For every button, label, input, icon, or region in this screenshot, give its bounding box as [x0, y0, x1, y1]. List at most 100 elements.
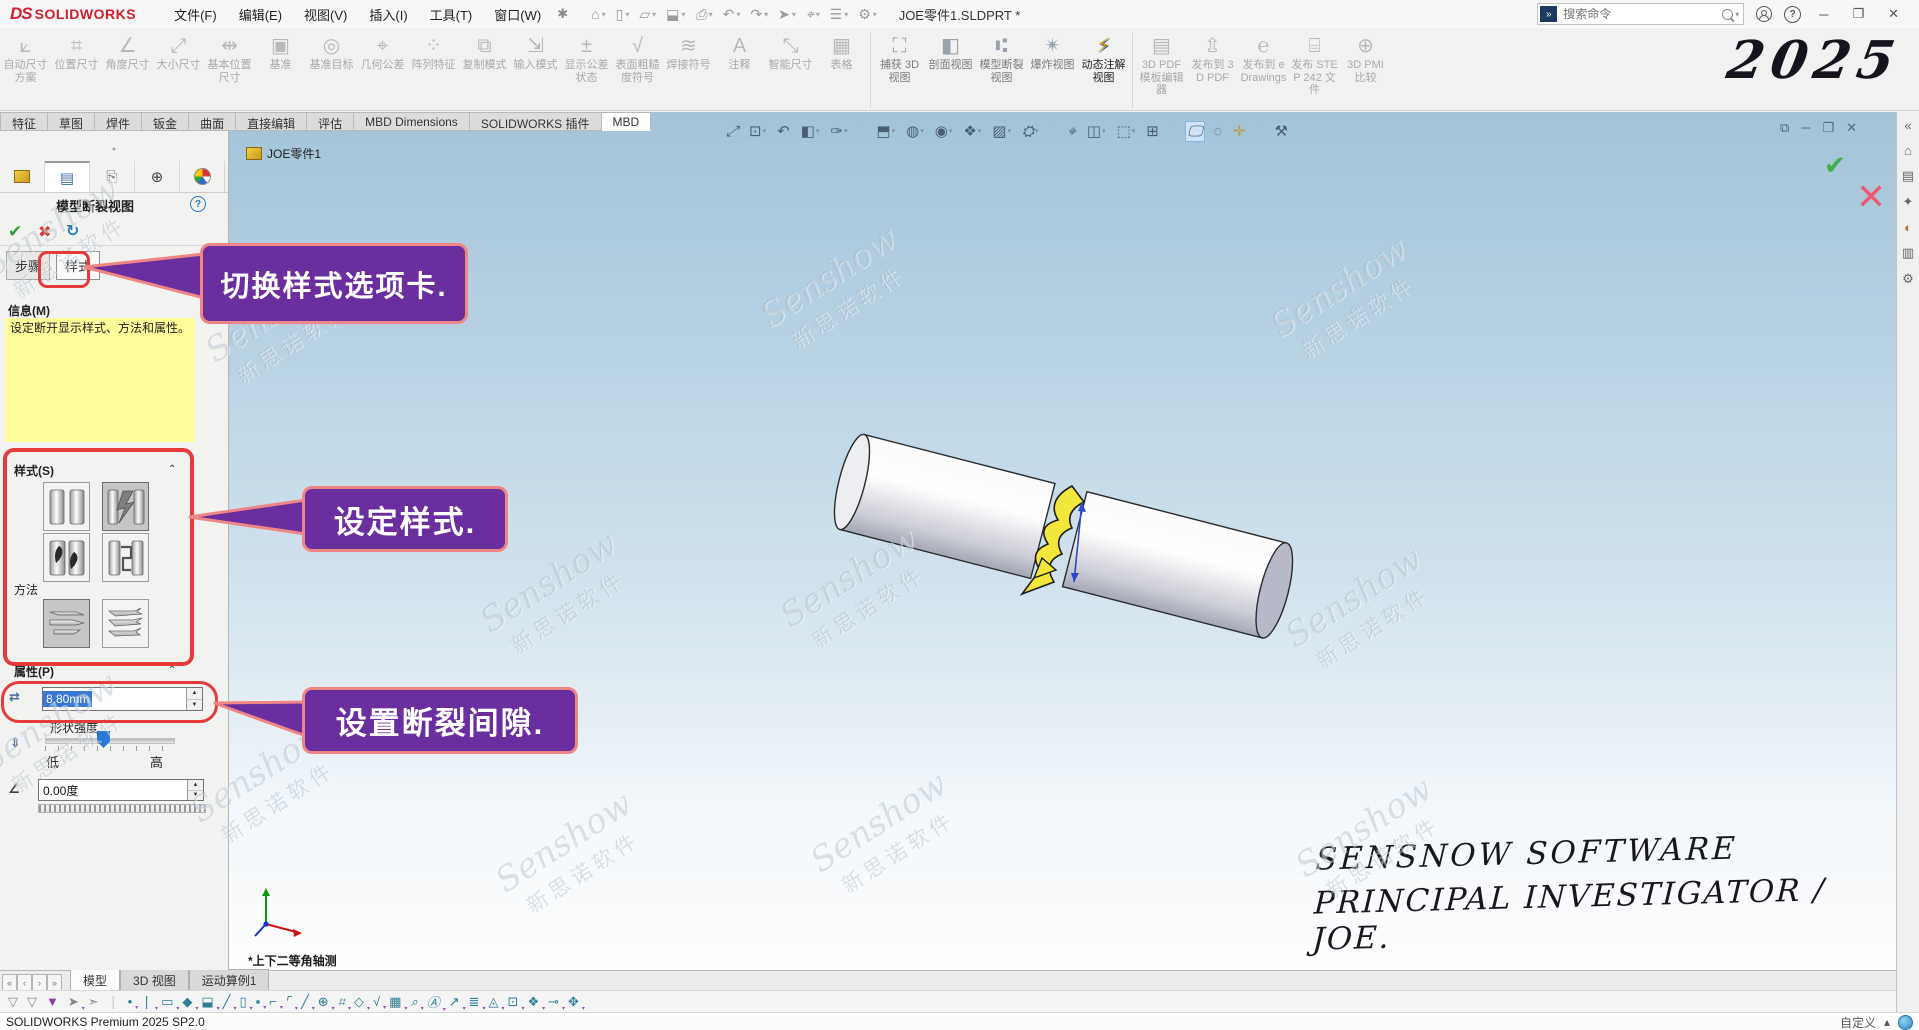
- command-tab[interactable]: 焊件: [95, 112, 142, 131]
- qat-button[interactable]: ↶▾: [720, 4, 744, 25]
- search-caret-icon[interactable]: ▾: [1735, 10, 1739, 19]
- qat-button[interactable]: ↷▾: [747, 4, 771, 25]
- headsup-icon[interactable]: ◫▾: [1084, 120, 1109, 142]
- configuration-manager-tab[interactable]: ⎘: [90, 161, 135, 192]
- sketch-tool-icon[interactable]: √▾: [373, 994, 380, 1009]
- qat-button[interactable]: ▯▾: [613, 4, 633, 25]
- sketch-tool-icon[interactable]: ⌗▾: [338, 994, 345, 1010]
- command-tab[interactable]: SOLIDWORKS 插件: [470, 112, 602, 131]
- task-pane-icon[interactable]: ✦: [1903, 194, 1914, 210]
- command-tab[interactable]: 特征: [0, 112, 48, 131]
- headsup-icon[interactable]: ⚒▾: [1272, 120, 1291, 142]
- dimxpert-manager-tab[interactable]: ⊕: [135, 161, 180, 192]
- display-manager-tab[interactable]: [180, 161, 225, 192]
- customize-caret-icon[interactable]: ▴: [1884, 1015, 1890, 1029]
- sketch-tool-icon[interactable]: ⊕▾: [318, 994, 329, 1010]
- menu-item[interactable]: 窗口(W): [484, 1, 551, 28]
- search-input[interactable]: [1561, 6, 1722, 22]
- headsup-icon[interactable]: ⛭▾: [1019, 121, 1042, 142]
- ribbon-button[interactable]: ▦ 表格: [816, 31, 867, 109]
- ribbon-button[interactable]: ℮ 发布到 eDrawings: [1238, 31, 1289, 109]
- sketch-tool-icon[interactable]: ❘▾: [108, 994, 119, 1010]
- headsup-icon[interactable]: 🖵▾: [1185, 121, 1205, 142]
- sketch-tool-icon[interactable]: ╱▾: [223, 994, 231, 1010]
- ribbon-button[interactable]: ▤ 3D PDF 模板编辑器: [1136, 31, 1187, 109]
- undo-button[interactable]: ↺: [66, 221, 79, 241]
- sketch-tool-icon[interactable]: ▯▾: [239, 994, 246, 1010]
- user-account-icon[interactable]: [1756, 6, 1772, 22]
- sketch-tool-icon[interactable]: ❘▾: [141, 994, 152, 1010]
- search-box[interactable]: » ▾: [1537, 3, 1744, 25]
- ribbon-button[interactable]: ± 显示公差状态: [561, 31, 612, 109]
- sketch-tool-icon[interactable]: ↗▾: [449, 994, 460, 1010]
- panel-help-icon[interactable]: ?: [190, 196, 206, 212]
- headsup-icon[interactable]: ❘▾: [1254, 122, 1267, 140]
- sketch-tool-icon[interactable]: ⬓▾: [201, 994, 213, 1010]
- sketch-tool-icon[interactable]: ⌕▾: [410, 994, 417, 1010]
- qat-button[interactable]: ⎙▾: [692, 4, 715, 25]
- sketch-tool-icon[interactable]: •▾: [128, 994, 133, 1009]
- search-icon[interactable]: [1722, 9, 1733, 20]
- ribbon-button[interactable]: ⌗ 位置尺寸: [51, 31, 102, 109]
- window-control-button[interactable]: ❐: [1846, 6, 1870, 22]
- ribbon-button[interactable]: ⟀ 自动尺寸方案: [0, 31, 51, 109]
- document-tab[interactable]: 模型: [70, 969, 120, 991]
- window-control-button[interactable]: ─: [1813, 7, 1834, 22]
- command-tab[interactable]: 曲面: [189, 112, 236, 131]
- headsup-icon[interactable]: ◉▾: [932, 120, 956, 142]
- property-manager-tab[interactable]: ▤: [45, 161, 90, 192]
- headsup-icon[interactable]: ◍▾: [903, 120, 927, 142]
- menu-item[interactable]: 插入(I): [359, 1, 417, 28]
- qat-button[interactable]: ☰▾: [827, 4, 851, 25]
- collapse-chevron-icon[interactable]: ⌃: [168, 665, 176, 676]
- sketch-tool-icon[interactable]: ≣▾: [469, 994, 480, 1010]
- sketch-tool-icon[interactable]: ▭▾: [161, 994, 173, 1010]
- tab-nav-button[interactable]: «: [2, 974, 17, 991]
- ribbon-button[interactable]: ∠ 角度尺寸: [102, 31, 153, 109]
- panel-splitter-handle[interactable]: ●: [0, 147, 228, 153]
- sketch-tool-icon[interactable]: ◇▾: [354, 994, 364, 1010]
- task-pane-icon[interactable]: ◐: [1904, 220, 1912, 235]
- ribbon-button[interactable]: ⚡ 动态注解视图: [1078, 31, 1129, 109]
- globe-icon[interactable]: [1898, 1015, 1913, 1030]
- menu-item[interactable]: 工具(T): [420, 1, 483, 28]
- ribbon-button[interactable]: ⌖ 几何公差: [357, 31, 408, 109]
- ribbon-button[interactable]: ⁘ 阵列特征: [408, 31, 459, 109]
- ribbon-button[interactable]: ✴ 爆炸视图: [1027, 31, 1078, 109]
- sketch-tool-icon[interactable]: ❖▾: [527, 994, 539, 1010]
- command-tab[interactable]: 直接编辑: [236, 112, 307, 131]
- sketch-tool-icon[interactable]: ◆▾: [182, 994, 192, 1010]
- headsup-icon[interactable]: ▨▾: [989, 120, 1014, 142]
- command-tab[interactable]: 评估: [307, 112, 354, 131]
- confirm-cancel-button[interactable]: ✕: [1856, 176, 1886, 218]
- headsup-icon[interactable]: ◌▾: [1210, 121, 1225, 142]
- headsup-icon[interactable]: ❘▾: [855, 122, 868, 140]
- doc-window-button[interactable]: ⧉: [1780, 120, 1789, 136]
- headsup-icon[interactable]: ⬚▾: [1114, 120, 1139, 142]
- document-tab[interactable]: 3D 视图: [120, 969, 189, 991]
- ribbon-button[interactable]: ▣ 基准: [255, 31, 306, 109]
- sketch-tool-icon[interactable]: ⊡▾: [508, 994, 519, 1010]
- headsup-icon[interactable]: ✑▾: [827, 120, 850, 142]
- doc-window-button[interactable]: ❐: [1823, 120, 1835, 136]
- headsup-icon[interactable]: ❘▾: [1047, 122, 1060, 140]
- qat-button[interactable]: ⬓▾: [663, 4, 688, 25]
- doc-window-button[interactable]: ─: [1801, 120, 1810, 136]
- ribbon-button[interactable]: ◧ 剖面视图: [925, 31, 976, 109]
- customize-label[interactable]: 自定义: [1840, 1014, 1876, 1030]
- sketch-tool-icon[interactable]: ➤▾: [68, 994, 79, 1010]
- command-tab[interactable]: 钣金: [142, 112, 189, 131]
- headsup-icon[interactable]: ❘▾: [1167, 122, 1180, 140]
- qat-button[interactable]: ⚙▾: [855, 4, 880, 25]
- sketch-tool-icon[interactable]: ◬▾: [489, 994, 499, 1010]
- sketch-tool-icon[interactable]: ▽▾: [8, 994, 18, 1010]
- ribbon-button[interactable]: ⛶ 捕获 3D 视图: [874, 31, 925, 109]
- qat-button[interactable]: ▱▾: [636, 4, 659, 25]
- tab-nav-button[interactable]: ›: [32, 974, 47, 991]
- help-icon[interactable]: ?: [1784, 6, 1801, 23]
- ribbon-button[interactable]: ◎ 基准目标: [306, 31, 357, 109]
- ribbon-button[interactable]: ⑆ 模型断裂视图: [976, 31, 1027, 109]
- ribbon-button[interactable]: ≋ 焊接符号: [663, 31, 714, 109]
- ribbon-button[interactable]: ⤢ 大小尺寸: [153, 31, 204, 109]
- qat-button[interactable]: ➤▾: [775, 4, 799, 25]
